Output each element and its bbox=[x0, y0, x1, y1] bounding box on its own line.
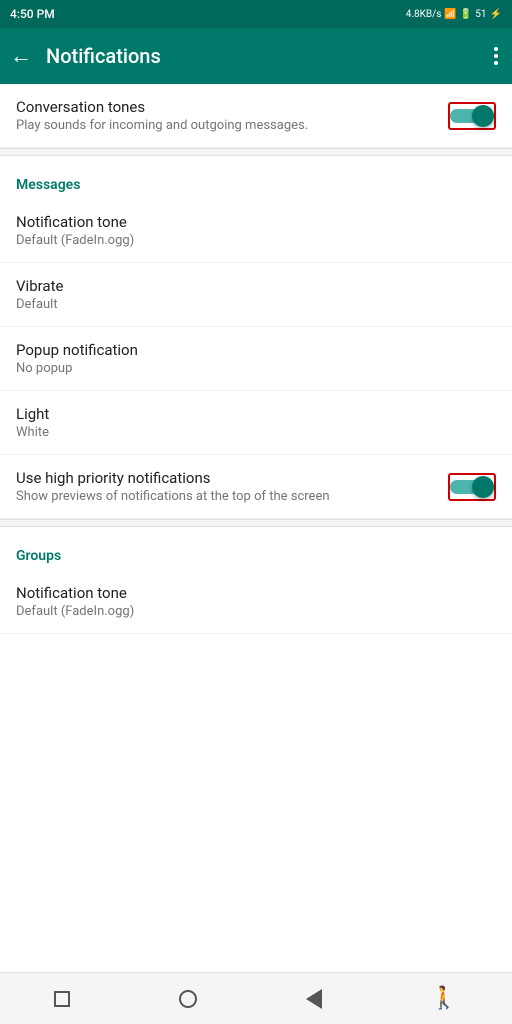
notification-tone-title: Notification tone bbox=[16, 213, 496, 231]
notification-tone-text: Notification tone Default (FadeIn.ogg) bbox=[16, 213, 496, 248]
high-priority-subtitle: Show previews of notifications at the to… bbox=[16, 489, 448, 504]
vibrate-title: Vibrate bbox=[16, 277, 496, 295]
divider-2 bbox=[0, 519, 512, 527]
nav-person-button[interactable]: 🚶 bbox=[430, 986, 457, 1011]
messages-section-title: Messages bbox=[16, 177, 80, 193]
light-title: Light bbox=[16, 405, 496, 423]
back-button[interactable]: ← bbox=[10, 43, 32, 69]
toggle-thumb bbox=[472, 105, 494, 127]
groups-notification-tone-item[interactable]: Notification tone Default (FadeIn.ogg) bbox=[0, 570, 512, 634]
light-text: Light White bbox=[16, 405, 496, 440]
dot2 bbox=[494, 54, 498, 58]
dot3 bbox=[494, 61, 498, 65]
battery-icon: 🔋 bbox=[460, 9, 472, 20]
triangle-icon bbox=[306, 989, 322, 1009]
conversation-tones-text: Conversation tones Play sounds for incom… bbox=[16, 98, 448, 133]
nav-home-button[interactable] bbox=[179, 990, 197, 1008]
charging-icon: ⚡ bbox=[490, 9, 502, 20]
nav-back-button[interactable] bbox=[306, 989, 322, 1009]
toggle-thumb-2 bbox=[472, 476, 494, 498]
vibrate-subtitle: Default bbox=[16, 297, 496, 312]
groups-notification-tone-subtitle: Default (FadeIn.ogg) bbox=[16, 604, 496, 619]
battery-level: 51 bbox=[475, 9, 486, 20]
conversation-tones-subtitle: Play sounds for incoming and outgoing me… bbox=[16, 118, 448, 133]
popup-notification-item[interactable]: Popup notification No popup bbox=[0, 327, 512, 391]
popup-notification-title: Popup notification bbox=[16, 341, 496, 359]
more-options-button[interactable] bbox=[490, 43, 502, 69]
conversation-tones-item[interactable]: Conversation tones Play sounds for incom… bbox=[0, 84, 512, 148]
conversation-tones-title: Conversation tones bbox=[16, 98, 448, 116]
status-bar: 4:50 PM 4.8KB/s 📶 🔋 51 ⚡ bbox=[0, 0, 512, 28]
person-icon: 🚶 bbox=[430, 986, 457, 1011]
nav-square-button[interactable] bbox=[54, 991, 70, 1007]
popup-notification-subtitle: No popup bbox=[16, 361, 496, 376]
vibrate-text: Vibrate Default bbox=[16, 277, 496, 312]
high-priority-toggle[interactable] bbox=[450, 475, 494, 499]
network-speed: 4.8KB/s bbox=[406, 9, 442, 20]
groups-notification-tone-title: Notification tone bbox=[16, 584, 496, 602]
signal-icon: 📶 bbox=[444, 9, 456, 20]
vibrate-item[interactable]: Vibrate Default bbox=[0, 263, 512, 327]
settings-content: Conversation tones Play sounds for incom… bbox=[0, 84, 512, 972]
app-bar: ← Notifications bbox=[0, 28, 512, 84]
status-icons: 4.8KB/s 📶 🔋 51 ⚡ bbox=[406, 9, 502, 20]
groups-section-title: Groups bbox=[16, 548, 61, 564]
page-title: Notifications bbox=[46, 44, 490, 68]
square-icon bbox=[54, 991, 70, 1007]
circle-icon bbox=[179, 990, 197, 1008]
high-priority-title: Use high priority notifications bbox=[16, 469, 448, 487]
status-time: 4:50 PM bbox=[10, 7, 55, 21]
conversation-tones-toggle-wrapper[interactable] bbox=[448, 102, 496, 130]
high-priority-item[interactable]: Use high priority notifications Show pre… bbox=[0, 455, 512, 519]
groups-section-header: Groups bbox=[0, 527, 512, 570]
dot1 bbox=[494, 47, 498, 51]
high-priority-toggle-wrapper[interactable] bbox=[448, 473, 496, 501]
light-subtitle: White bbox=[16, 425, 496, 440]
groups-notification-tone-text: Notification tone Default (FadeIn.ogg) bbox=[16, 584, 496, 619]
conversation-tones-toggle[interactable] bbox=[450, 104, 494, 128]
light-item[interactable]: Light White bbox=[0, 391, 512, 455]
high-priority-text: Use high priority notifications Show pre… bbox=[16, 469, 448, 504]
popup-notification-text: Popup notification No popup bbox=[16, 341, 496, 376]
notification-tone-item[interactable]: Notification tone Default (FadeIn.ogg) bbox=[0, 199, 512, 263]
notification-tone-subtitle: Default (FadeIn.ogg) bbox=[16, 233, 496, 248]
bottom-nav: 🚶 bbox=[0, 972, 512, 1024]
messages-section-header: Messages bbox=[0, 156, 512, 199]
divider-1 bbox=[0, 148, 512, 156]
